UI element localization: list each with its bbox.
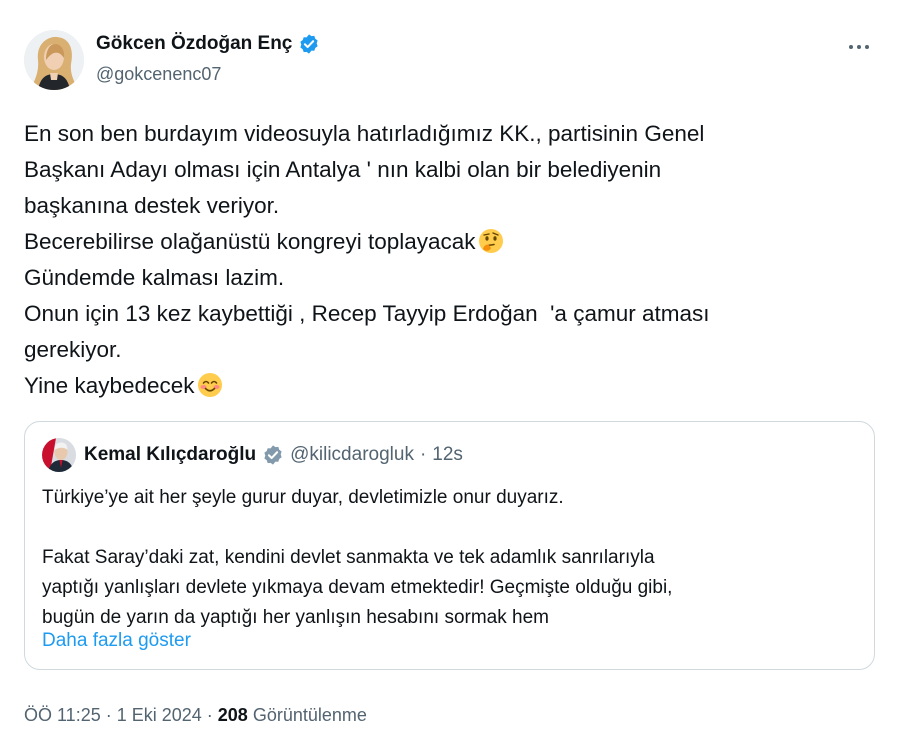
tweet-card: Gökcen Özdoğan Enç @gokcenenc07 En son b… [0, 0, 901, 739]
more-icon-dot [857, 45, 861, 49]
tweet-line: Onun için 13 kez kaybettiği , Recep Tayy… [24, 301, 710, 326]
quoted-header: Kemal Kılıçdaroğlu @kilicdarogluk · 12s [84, 444, 463, 466]
quoted-line: Fakat Saray’daki zat, kendini devlet san… [42, 547, 655, 568]
thinking-face-emoji-icon [478, 228, 504, 254]
tweet-line: başkanına destek veriyor. [24, 193, 280, 218]
quoted-author-avatar[interactable] [42, 438, 76, 472]
author-handle[interactable]: @gokcenenc07 [96, 64, 221, 85]
tweet-meta: ÖÖ 11:25 · 1 Eki 2024 · 208 Görüntülenme [24, 705, 367, 726]
quoted-tweet[interactable]: Kemal Kılıçdaroğlu @kilicdarogluk · 12s … [24, 421, 875, 670]
post-date[interactable]: 1 Eki 2024 [117, 705, 202, 725]
quoted-text: Türkiye’ye ait her şeyle gurur duyar, de… [42, 483, 862, 633]
tweet-line-text: Becerebilirse olağanüstü kongreyi toplay… [24, 229, 476, 254]
smiling-face-emoji-icon [197, 372, 223, 398]
meta-separator: · [206, 705, 213, 725]
meta-separator: · [105, 705, 112, 725]
quoted-line: yaptığı yanlışları devlete yıkmaya devam… [42, 577, 673, 598]
more-icon-dot [865, 45, 869, 49]
show-more-link[interactable]: Daha fazla göster [42, 630, 191, 652]
tweet-line-with-emoji: Yine kaybedecek [24, 368, 864, 404]
author-name-text[interactable]: Gökcen Özdoğan Enç [96, 33, 292, 55]
views-label[interactable]: Görüntülenme [253, 705, 367, 725]
tweet-line-with-emoji: Becerebilirse olağanüstü kongreyi toplay… [24, 224, 864, 260]
tweet-line-text: Yine kaybedecek [24, 373, 195, 398]
tweet-line: Gündemde kalması lazim. [24, 265, 285, 290]
quoted-separator: · [419, 444, 427, 465]
more-icon-dot [849, 45, 853, 49]
quoted-timestamp[interactable]: 12s [432, 444, 463, 466]
quoted-author-name[interactable]: Kemal Kılıçdaroğlu [84, 444, 256, 466]
tweet-line: Başkanı Adayı olması için Antalya ' nın … [24, 157, 662, 182]
quoted-line: Türkiye’ye ait her şeyle gurur duyar, de… [42, 487, 564, 508]
tweet-line: En son ben burdayım videosuyla hatırladı… [24, 121, 705, 146]
quoted-line: bugün de yarın da yaptığı her yanlışın h… [42, 607, 549, 628]
verified-badge-icon [298, 33, 320, 55]
verified-badge-icon [262, 444, 284, 466]
quoted-line-blank [42, 513, 862, 543]
author-name[interactable]: Gökcen Özdoğan Enç [96, 33, 320, 55]
more-options-button[interactable] [842, 36, 876, 58]
tweet-line: gerekiyor. [24, 337, 122, 362]
quoted-author-handle[interactable]: @kilicdarogluk [290, 444, 414, 466]
tweet-text: En son ben burdayım videosuyla hatırladı… [24, 116, 864, 404]
views-count[interactable]: 208 [218, 705, 248, 725]
post-time[interactable]: ÖÖ 11:25 [24, 705, 101, 725]
author-avatar[interactable] [24, 30, 84, 90]
